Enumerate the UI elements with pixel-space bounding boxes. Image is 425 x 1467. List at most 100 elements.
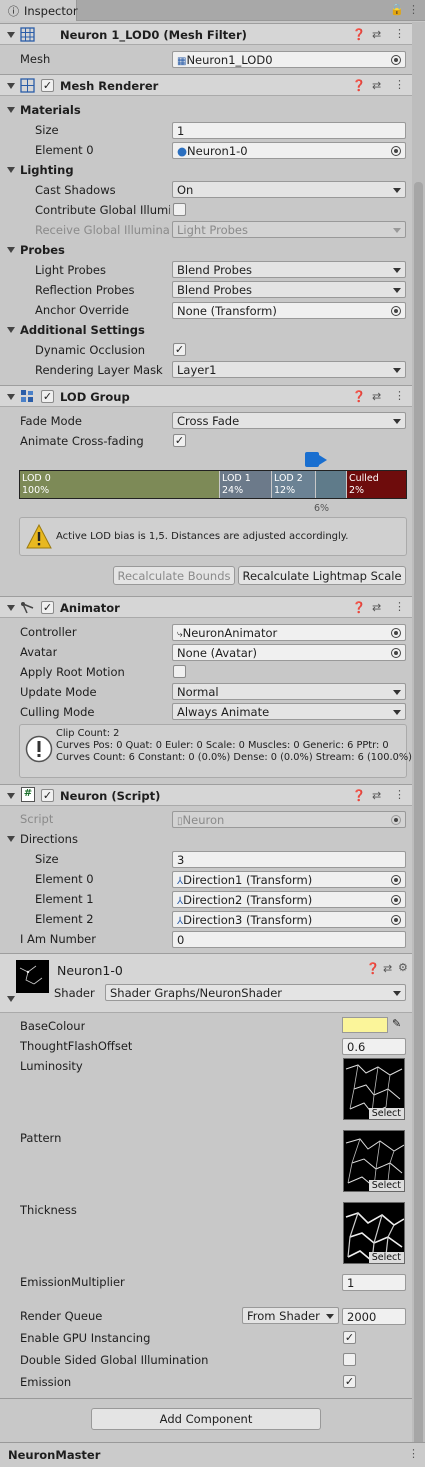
- reflection-probes-dropdown[interactable]: Blend Probes: [172, 281, 406, 298]
- lod-segment-1[interactable]: LOD 1 24%: [220, 471, 271, 498]
- help-icon[interactable]: ❓: [352, 390, 366, 403]
- help-icon[interactable]: ❓: [352, 79, 366, 92]
- menu-icon[interactable]: ⋮: [408, 1447, 419, 1460]
- lod-camera-icon[interactable]: [305, 452, 329, 468]
- material-header[interactable]: Neuron1-0 ❓ ⇄ ⚙ Shader Shader Graphs/Neu…: [0, 953, 412, 1013]
- thickness-texture-slot[interactable]: Select: [343, 1202, 405, 1264]
- help-icon[interactable]: ❓: [366, 962, 380, 975]
- anchor-override-field[interactable]: None (Transform): [172, 302, 406, 319]
- enabled-checkbox[interactable]: ✓: [41, 79, 54, 92]
- recalculate-bounds-button[interactable]: Recalculate Bounds: [113, 566, 235, 585]
- foldout-arrow-icon[interactable]: [7, 107, 15, 113]
- mesh-renderer-header[interactable]: ✓ Mesh Renderer ❓ ⇄ ⋮: [0, 74, 412, 96]
- foldout-arrow-icon[interactable]: [7, 836, 15, 842]
- lod-segment-culled[interactable]: Culled 2%: [347, 471, 406, 498]
- enabled-checkbox[interactable]: ✓: [41, 390, 54, 403]
- cast-shadows-dropdown[interactable]: On: [172, 181, 406, 198]
- foldout-arrow-icon[interactable]: [7, 996, 15, 1002]
- foldout-arrow-icon[interactable]: [7, 327, 15, 333]
- emission-multiplier-field[interactable]: 1: [342, 1274, 406, 1291]
- luminosity-texture-slot[interactable]: Select: [343, 1058, 405, 1120]
- emission-checkbox[interactable]: ✓: [343, 1375, 356, 1388]
- enabled-checkbox[interactable]: ✓: [41, 789, 54, 802]
- foldout-arrow-icon[interactable]: [7, 605, 15, 611]
- shader-dropdown[interactable]: Shader Graphs/NeuronShader: [105, 984, 406, 1001]
- dynamic-occlusion-checkbox[interactable]: ✓: [173, 343, 186, 356]
- help-icon[interactable]: ❓: [352, 28, 366, 41]
- foldout-arrow-icon[interactable]: [7, 167, 15, 173]
- preset-icon[interactable]: ⇄: [383, 962, 392, 975]
- object-picker-icon[interactable]: [391, 146, 401, 156]
- lighting-section[interactable]: Lighting: [20, 163, 74, 177]
- foldout-arrow-icon[interactable]: [7, 83, 15, 89]
- avatar-field[interactable]: None (Avatar): [172, 644, 406, 661]
- tab-menu-icon[interactable]: ⋮: [408, 3, 419, 16]
- menu-icon[interactable]: ⋮: [394, 78, 405, 91]
- enabled-checkbox[interactable]: ✓: [41, 601, 54, 614]
- animator-header[interactable]: ✓ Animator ❓ ⇄ ⋮: [0, 596, 412, 618]
- object-picker-icon[interactable]: [391, 628, 401, 638]
- i-am-number-field[interactable]: 0: [172, 931, 406, 948]
- directions-foldout[interactable]: Directions: [20, 832, 78, 846]
- size-field[interactable]: 1: [172, 122, 406, 139]
- base-colour-swatch[interactable]: [342, 1017, 388, 1033]
- direction2-field[interactable]: ⅄Direction2 (Transform): [172, 891, 406, 908]
- menu-icon[interactable]: ⋮: [394, 788, 405, 801]
- lod-segment-2[interactable]: LOD 2 12%: [272, 471, 315, 498]
- menu-icon[interactable]: ⋮: [394, 600, 405, 613]
- controller-field[interactable]: ⤷NeuronAnimator: [172, 624, 406, 641]
- contribute-gi-checkbox[interactable]: [173, 203, 186, 216]
- lod-group-header[interactable]: ✓ LOD Group ❓ ⇄ ⋮: [0, 385, 412, 407]
- preset-icon[interactable]: ⇄: [372, 789, 381, 802]
- menu-icon[interactable]: ⋮: [394, 27, 405, 40]
- mesh-filter-header[interactable]: Neuron 1_LOD0 (Mesh Filter) ❓ ⇄ ⋮: [0, 23, 412, 45]
- thought-flash-offset-field[interactable]: 0.6: [342, 1038, 406, 1055]
- additional-settings-section[interactable]: Additional Settings: [20, 323, 145, 337]
- direction1-field[interactable]: ⅄Direction1 (Transform): [172, 871, 406, 888]
- help-icon[interactable]: ❓: [352, 601, 366, 614]
- lod-bar[interactable]: LOD 0 100% LOD 1 24% LOD 2 12% Culled 2%: [19, 470, 407, 499]
- directions-size-field[interactable]: 3: [172, 851, 406, 868]
- object-picker-icon[interactable]: [391, 875, 401, 885]
- gear-icon[interactable]: ⚙: [398, 961, 408, 974]
- pattern-texture-slot[interactable]: Select: [343, 1130, 405, 1192]
- menu-icon[interactable]: ⋮: [394, 389, 405, 402]
- tab-inspector[interactable]: ⓘ Inspector: [0, 0, 78, 21]
- foldout-arrow-icon[interactable]: [7, 32, 15, 38]
- object-picker-icon[interactable]: [391, 895, 401, 905]
- recalculate-lightmap-scale-button[interactable]: Recalculate Lightmap Scale: [238, 566, 406, 585]
- select-button[interactable]: Select: [368, 1180, 404, 1191]
- preset-icon[interactable]: ⇄: [372, 390, 381, 403]
- render-queue-mode-dropdown[interactable]: From Shader: [242, 1307, 339, 1324]
- foldout-arrow-icon[interactable]: [7, 394, 15, 400]
- object-picker-icon[interactable]: [391, 648, 401, 658]
- double-sided-gi-checkbox[interactable]: [343, 1353, 356, 1366]
- probes-section[interactable]: Probes: [20, 243, 65, 257]
- object-picker-icon[interactable]: [391, 306, 401, 316]
- preset-icon[interactable]: ⇄: [372, 601, 381, 614]
- culling-mode-dropdown[interactable]: Always Animate: [172, 703, 406, 720]
- preset-icon[interactable]: ⇄: [372, 79, 381, 92]
- add-component-button[interactable]: Add Component: [91, 1408, 321, 1430]
- foldout-arrow-icon[interactable]: [7, 247, 15, 253]
- direction3-field[interactable]: ⅄Direction3 (Transform): [172, 911, 406, 928]
- light-probes-dropdown[interactable]: Blend Probes: [172, 261, 406, 278]
- select-button[interactable]: Select: [368, 1252, 404, 1263]
- lock-icon[interactable]: 🔒: [390, 3, 404, 16]
- render-queue-field[interactable]: 2000: [342, 1308, 406, 1325]
- materials-section[interactable]: Materials: [20, 103, 81, 117]
- scrollbar-thumb[interactable]: [414, 182, 423, 1452]
- material-field[interactable]: ●Neuron1-0: [172, 142, 406, 159]
- help-icon[interactable]: ❓: [352, 789, 366, 802]
- animate-crossfading-checkbox[interactable]: ✓: [173, 434, 186, 447]
- mesh-field[interactable]: ▦Neuron1_LOD0: [172, 51, 406, 68]
- foldout-arrow-icon[interactable]: [7, 793, 15, 799]
- rendering-layer-mask-dropdown[interactable]: Layer1: [172, 361, 406, 378]
- object-picker-icon[interactable]: [391, 915, 401, 925]
- scrollbar[interactable]: [412, 22, 425, 1452]
- lod-segment-0[interactable]: LOD 0 100%: [20, 471, 219, 498]
- update-mode-dropdown[interactable]: Normal: [172, 683, 406, 700]
- fade-mode-dropdown[interactable]: Cross Fade: [172, 412, 406, 429]
- select-button[interactable]: Select: [368, 1108, 404, 1119]
- object-picker-icon[interactable]: [391, 55, 401, 65]
